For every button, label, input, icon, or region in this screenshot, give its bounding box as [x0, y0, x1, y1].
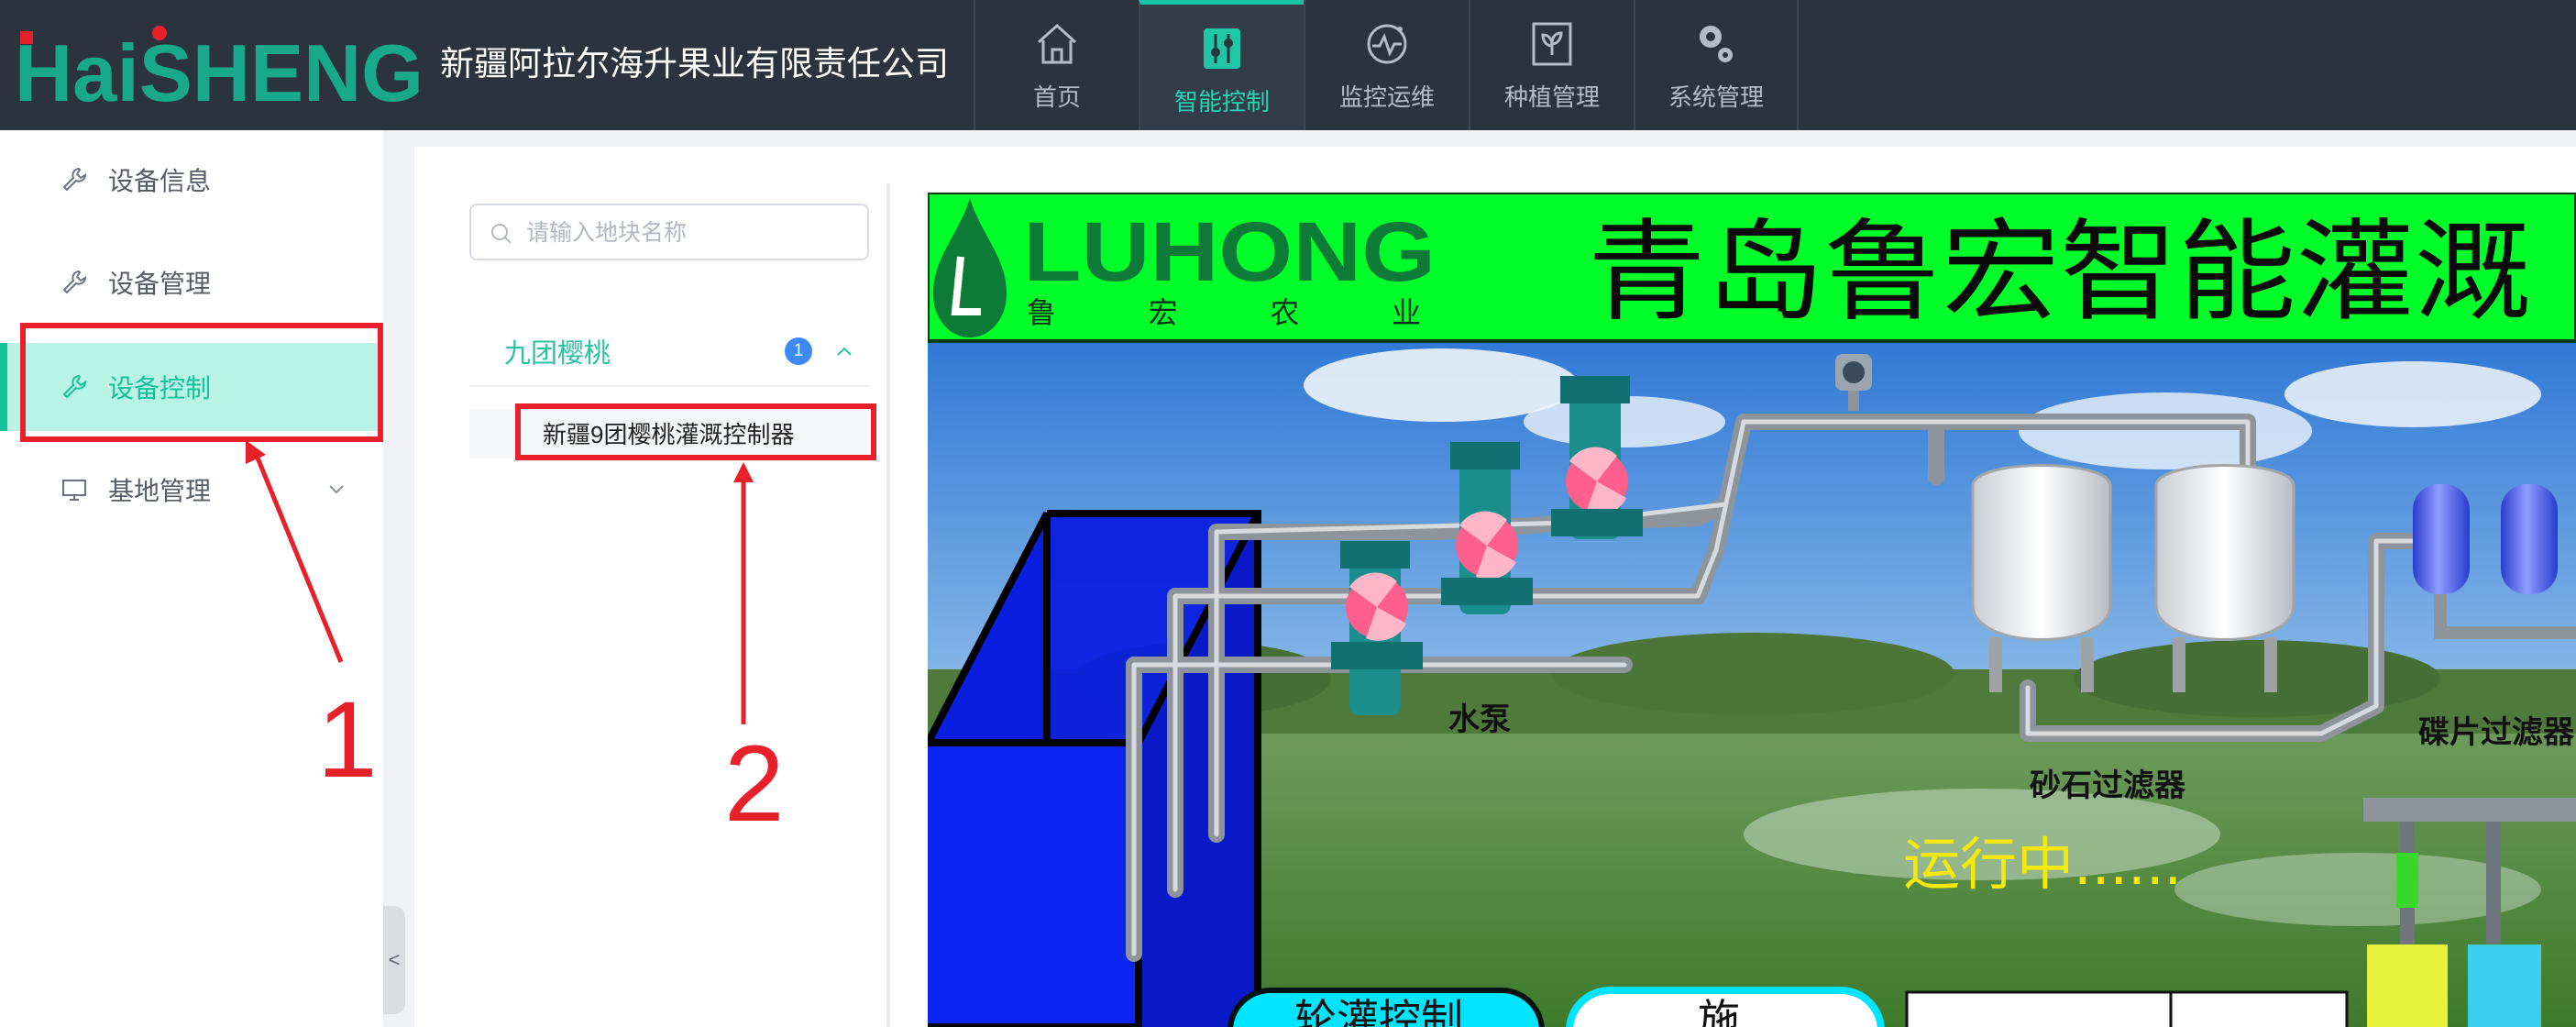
fertigation-button[interactable]: 施: [1566, 987, 1885, 1027]
status-running-text: 运行中......: [1903, 831, 2182, 898]
scada-diagram: LUHONG 鲁 宏 农 业 青岛鲁宏智能灌溉 水泵 砂石过滤器 碟片过滤器 运…: [928, 193, 2576, 1027]
irrigation-scada-view: LUHONG 鲁 宏 农 业 青岛鲁宏智能灌溉 水泵 砂石过滤器 碟片过滤器 运…: [928, 193, 2576, 1027]
sidebar-collapse-button[interactable]: <: [383, 906, 405, 1014]
sidebar-item-device-management[interactable]: 设备管理: [0, 238, 383, 326]
nav-home[interactable]: 首页: [974, 0, 1139, 130]
wrench-icon: [62, 270, 87, 294]
monitor-gauge-icon: [1367, 24, 1407, 64]
gears-icon: [1700, 26, 1733, 62]
plot-search-input[interactable]: [526, 213, 856, 253]
sidebar-item-label: 设备信息: [108, 167, 212, 195]
company-name: 新疆阿拉尔海升果业有限责任公司: [440, 45, 949, 83]
disc-filter-label: 碟片过滤器: [2418, 714, 2575, 751]
wrench-icon: [62, 167, 87, 192]
sidebar-item-base-management[interactable]: 基地管理: [0, 446, 383, 534]
brand-text: LUHONG: [1023, 205, 1436, 299]
plot-search-box: [469, 204, 869, 260]
sand-filter-label: 砂石过滤器: [2030, 767, 2186, 804]
company-logo: HaiSHENG: [15, 26, 424, 108]
annotation-box-2: [515, 403, 876, 460]
nav-planting-label: 种植管理: [1503, 83, 1600, 111]
rotation-irrigation-button[interactable]: 轮灌控制: [1227, 988, 1545, 1027]
count-badge: 1: [785, 337, 812, 365]
fertigation-label: 施: [1698, 995, 1740, 1027]
nav-smart-control-label: 智能控制: [1173, 88, 1270, 116]
nav-system-label: 系统管理: [1668, 83, 1764, 111]
nav-monitoring[interactable]: 监控运维: [1304, 0, 1469, 130]
chevron-up-icon[interactable]: [832, 339, 856, 363]
home-icon: [1037, 23, 1077, 64]
sidebar: 设备信息 设备管理 设备控制 基地管理: [0, 130, 383, 1027]
sidebar-item-label: 基地管理: [108, 477, 212, 505]
sidebar-item-device-info[interactable]: 设备信息: [0, 136, 383, 224]
monitor-icon: [62, 480, 86, 501]
annotation-number-2: 2: [724, 723, 785, 845]
scada-title: 青岛鲁宏智能灌溉: [1588, 209, 2532, 337]
svg-text:HaiSHENG: HaiSHENG: [15, 28, 424, 108]
control-sliders-icon: [1204, 28, 1240, 69]
tree-group-label: 九团樱桃: [504, 339, 611, 369]
top-header: HaiSHENG 新疆阿拉尔海升果业有限责任公司 首页 智能控制 监控运维 种植…: [0, 0, 2576, 130]
annotation-box-1: [20, 323, 383, 442]
planting-icon: [1532, 22, 1572, 66]
sidebar-item-label: 设备管理: [108, 270, 212, 298]
search-icon: [491, 224, 512, 244]
nav-planting[interactable]: 种植管理: [1469, 0, 1634, 130]
rotation-irrigation-label: 轮灌控制: [1294, 995, 1463, 1027]
data-box: [1905, 990, 2349, 1027]
nav-monitoring-label: 监控运维: [1338, 83, 1435, 111]
pump-label: 水泵: [1448, 701, 1511, 738]
annotation-number-1: 1: [317, 679, 378, 801]
chevron-down-icon: [329, 485, 344, 494]
nav-system[interactable]: 系统管理: [1634, 0, 1799, 130]
nav-smart-control[interactable]: 智能控制: [1139, 0, 1304, 130]
panel-divider: [886, 183, 890, 1027]
nav-home-label: 首页: [1032, 83, 1081, 111]
tree-group-cherry[interactable]: 九团樱桃 1: [469, 323, 869, 387]
main-nav: 首页 智能控制 监控运维 种植管理 系统管理: [974, 0, 1799, 130]
